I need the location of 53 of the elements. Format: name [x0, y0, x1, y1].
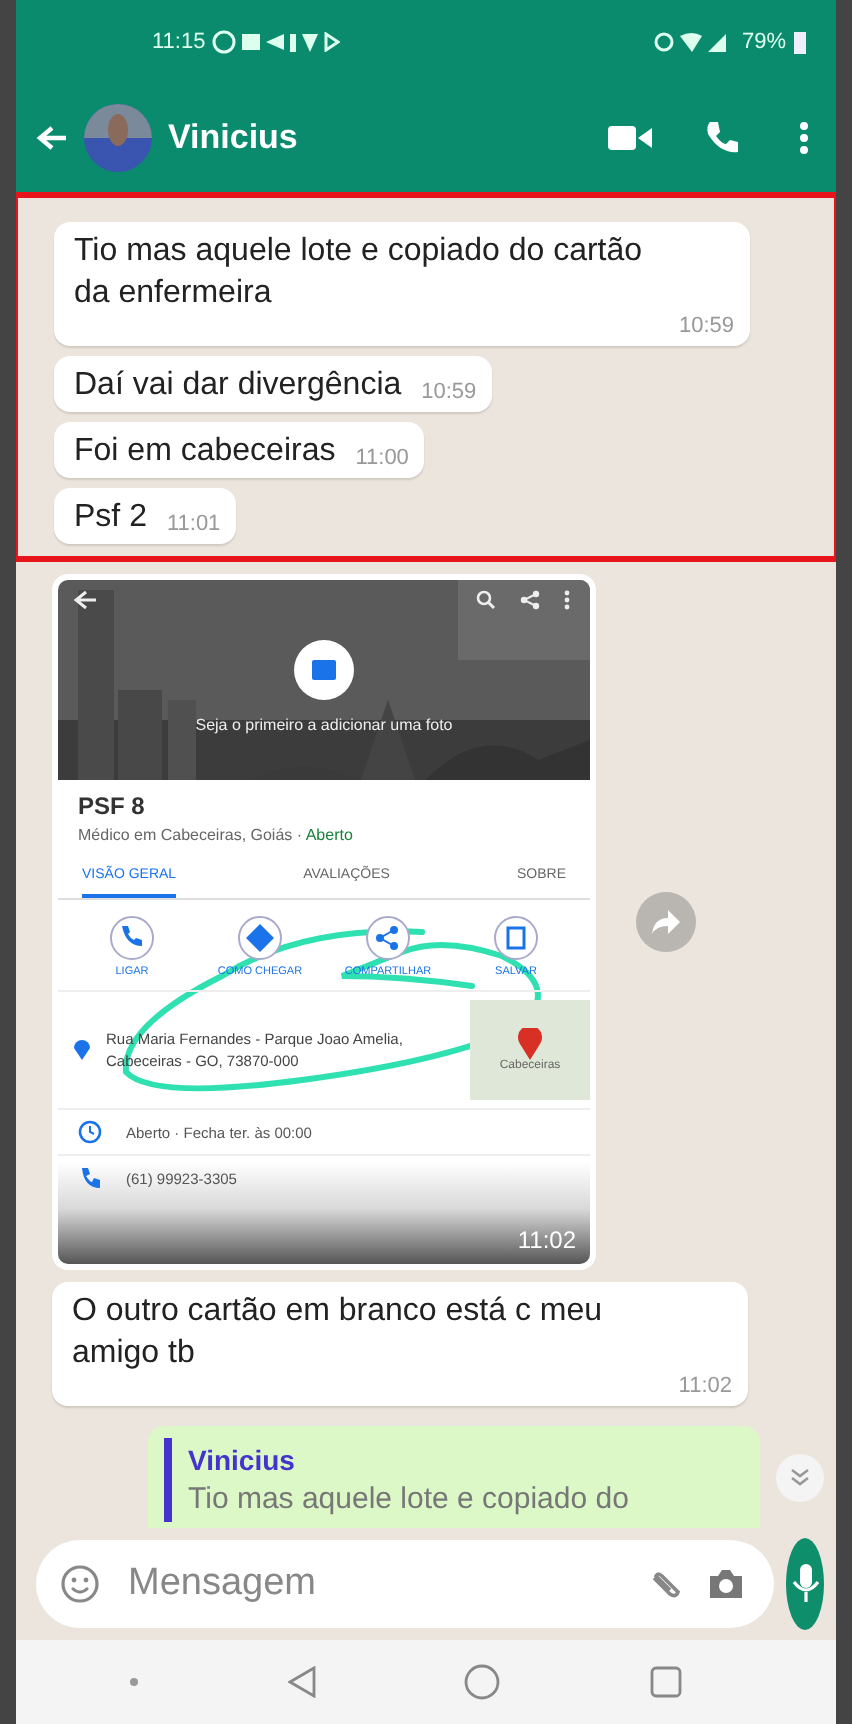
message-time: 10:59	[421, 380, 477, 404]
share-icon	[366, 916, 410, 960]
menu-icon[interactable]	[564, 590, 570, 610]
microphone-icon	[791, 1564, 819, 1604]
play-icon	[323, 32, 340, 52]
message-text: Tio mas aquele lote e copiado do cartão da enfermeira	[74, 232, 645, 314]
message-text: O outro cartão em branco está c meu amigo tb	[72, 1292, 605, 1374]
back-arrow-icon[interactable]	[74, 590, 98, 610]
battery-percent: 79%	[741, 30, 786, 54]
phone-icon	[110, 916, 154, 960]
scroll-down-button[interactable]	[776, 1454, 824, 1502]
quote-author: Vinicius	[188, 1444, 297, 1476]
phone-icon[interactable]	[704, 120, 740, 156]
quote-text: Tio mas aquele lote e copiado do	[188, 1482, 631, 1516]
message-input[interactable]: Mensagem	[124, 1560, 622, 1608]
image-bubble[interactable]	[52, 574, 596, 1270]
message-text: Psf 2	[74, 498, 147, 538]
back-icon[interactable]	[287, 1666, 316, 1698]
message-text: Foi em cabeceiras	[74, 432, 336, 472]
directions-icon	[238, 916, 282, 960]
contact-name[interactable]: Vinicius	[168, 118, 298, 158]
bookmark-icon	[494, 916, 538, 960]
add-photo-icon[interactable]	[294, 640, 354, 700]
emoji-icon[interactable]	[60, 1564, 100, 1604]
recents-icon[interactable]	[649, 1666, 682, 1698]
battery-icon	[792, 29, 808, 55]
quoted-message[interactable]: Vinicius Tio mas aquele lote e copiado do	[164, 1438, 744, 1522]
photo-caption: Seja o primeiro a adicionar uma foto	[193, 716, 455, 734]
message-text: Daí vai dar divergência	[74, 366, 402, 406]
mic-button[interactable]	[786, 1538, 824, 1630]
message-field[interactable]: Mensagem	[36, 1540, 774, 1628]
video-call-icon[interactable]	[608, 124, 652, 152]
dot-icon	[130, 1678, 139, 1686]
menu-icon[interactable]	[800, 122, 808, 154]
map-pin-icon	[518, 1028, 542, 1060]
open-status: Aberto	[305, 826, 353, 844]
camera-icon[interactable]	[706, 1566, 746, 1602]
clock-icon	[78, 1120, 102, 1144]
message-time: 11:00	[355, 446, 409, 470]
message-time: 11:01	[166, 512, 221, 536]
message-time: 10:59	[678, 314, 734, 338]
forward-icon	[652, 910, 680, 934]
pin-icon	[74, 1040, 90, 1060]
message-time: 11:02	[517, 1226, 576, 1254]
status-time: 11:15	[152, 30, 206, 54]
place-name: PSF 8	[78, 792, 147, 820]
share-icon[interactable]	[520, 590, 540, 610]
place-category: Médico em Cabeceiras, Goiás ·	[78, 826, 305, 844]
message-time: 11:02	[678, 1374, 732, 1398]
search-icon[interactable]	[476, 590, 496, 610]
phone-icon	[78, 1166, 102, 1190]
double-chevron-icon	[790, 1468, 810, 1488]
home-icon[interactable]	[464, 1664, 501, 1700]
